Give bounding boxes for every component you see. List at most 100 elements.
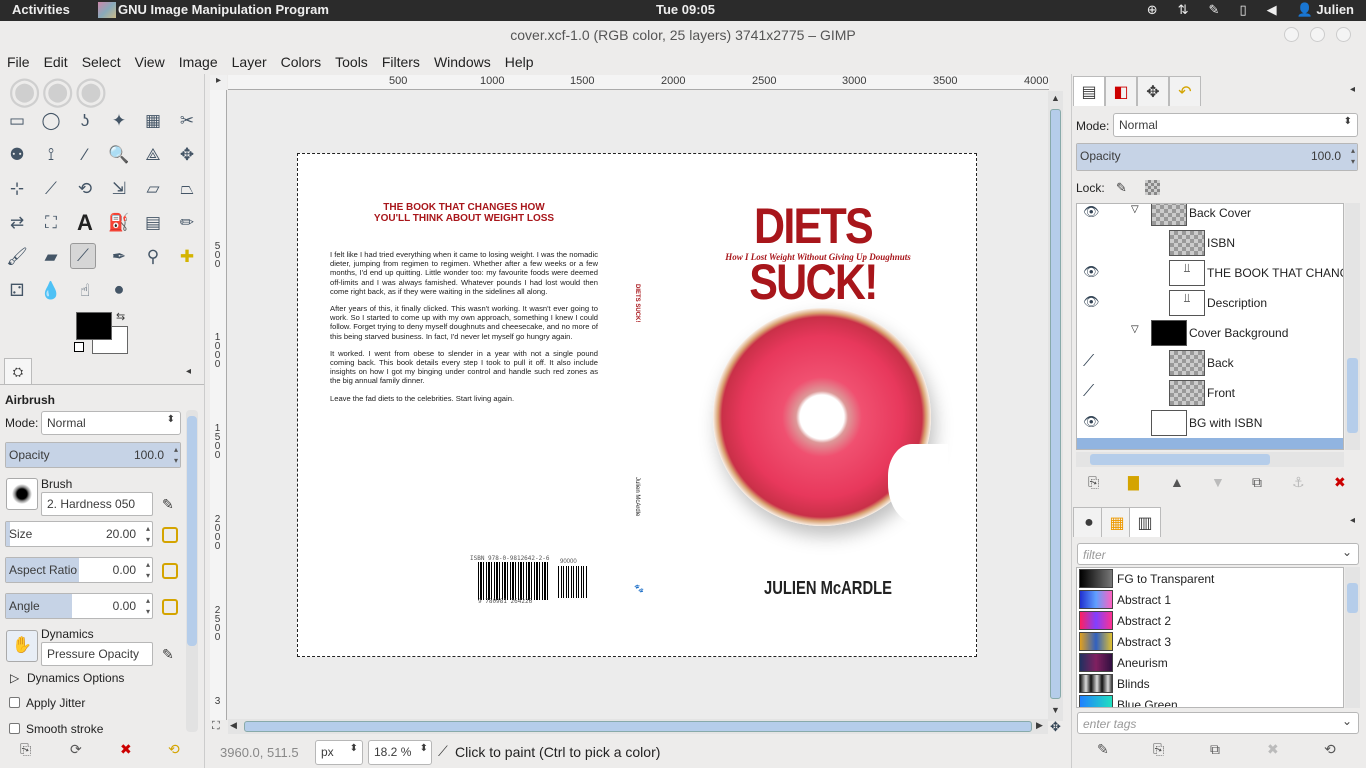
layer-row[interactable]: 👁 ⫫ THE BOOK THAT CHANGES: [1077, 258, 1343, 288]
spin-arrows-icon[interactable]: ▴ ▾: [1351, 145, 1355, 167]
delete-gradient-icon[interactable]: ✖: [1267, 741, 1279, 758]
duplicate-gradient-icon[interactable]: ⧉: [1210, 741, 1220, 758]
spin-arrows-icon[interactable]: ▴ ▾: [174, 444, 178, 466]
scroll-thumb[interactable]: [1347, 583, 1358, 613]
airbrush-icon[interactable]: ⟋: [70, 243, 96, 269]
volume-icon[interactable]: ◀: [1267, 2, 1277, 18]
anchor-layer-icon[interactable]: ⚓: [1292, 474, 1305, 491]
paths-icon[interactable]: ⟟: [38, 142, 64, 168]
menu-colors[interactable]: Colors: [274, 51, 328, 73]
menu-help[interactable]: Help: [498, 51, 541, 73]
canvas-horizontal-scrollbar[interactable]: ◀ ▶: [228, 719, 1048, 734]
menu-windows[interactable]: Windows: [427, 51, 498, 73]
visibility-eye-icon[interactable]: 👁: [1083, 205, 1101, 218]
gradient-item[interactable]: Blue Green: [1077, 694, 1343, 707]
tool-options-tab[interactable]: ⛭: [4, 358, 32, 384]
pencil-icon[interactable]: ✏: [174, 210, 200, 236]
collapse-arrow-icon[interactable]: ▽: [1131, 204, 1139, 215]
tool-options-scrollbar[interactable]: [186, 410, 198, 732]
align-icon[interactable]: ⊹: [4, 176, 30, 202]
unit-dropdown[interactable]: px ⬍: [315, 740, 363, 765]
restore-options-icon[interactable]: ⟳: [70, 741, 82, 758]
free-select-icon[interactable]: ʖ: [72, 108, 98, 134]
dynamics-options-expander[interactable]: Dynamics Options: [27, 671, 124, 685]
clock[interactable]: Tue 09:05: [656, 2, 715, 17]
maximize-button[interactable]: [1310, 27, 1325, 42]
hidden-eye-icon[interactable]: ⟋: [1083, 354, 1101, 370]
perspective-icon[interactable]: ⏢: [174, 176, 200, 202]
canvas-vertical-scrollbar[interactable]: ▲ ▼: [1048, 91, 1063, 721]
new-gradient-icon[interactable]: ⎘: [1153, 741, 1164, 758]
battery-icon[interactable]: ▯: [1239, 2, 1246, 18]
quick-mask-corner[interactable]: ▸: [210, 75, 227, 90]
scroll-thumb[interactable]: [187, 416, 197, 646]
duplicate-layer-icon[interactable]: ⧉: [1252, 474, 1262, 491]
opacity-slider[interactable]: Opacity 100.0 ▴ ▾: [5, 442, 181, 468]
gradient-item[interactable]: Abstract 2: [1077, 610, 1343, 631]
activities-button[interactable]: Activities: [12, 2, 70, 17]
panel-menu-icon[interactable]: ◂: [186, 366, 191, 377]
new-layer-icon[interactable]: ⎘: [1088, 474, 1099, 491]
paintbrush-icon[interactable]: 🖌: [4, 244, 30, 270]
menu-tools[interactable]: Tools: [328, 51, 375, 73]
scroll-thumb[interactable]: [1090, 454, 1270, 465]
gradient-item[interactable]: Blinds: [1077, 673, 1343, 694]
gradient-list-scrollbar[interactable]: [1345, 567, 1360, 708]
channels-tab[interactable]: ◧: [1105, 76, 1137, 106]
reset-angle-icon[interactable]: [162, 599, 178, 615]
layer-row[interactable]: 👁 BG with ISBN: [1077, 408, 1343, 438]
visibility-eye-icon[interactable]: 👁: [1083, 265, 1101, 278]
brush-name-field[interactable]: 2. Hardness 050: [41, 492, 153, 516]
ellipse-select-icon[interactable]: ◯: [38, 108, 64, 134]
rect-select-icon[interactable]: ▭: [4, 108, 30, 134]
heal-icon[interactable]: ✚: [174, 244, 200, 270]
menu-view[interactable]: View: [128, 51, 172, 73]
refresh-gradients-icon[interactable]: ⟲: [1324, 741, 1336, 758]
scissors-icon[interactable]: ✂: [174, 108, 200, 134]
undo-history-tab[interactable]: ↶: [1169, 76, 1201, 106]
ink-icon[interactable]: ✒: [106, 244, 132, 270]
hidden-eye-icon[interactable]: ⟋: [1083, 384, 1101, 400]
layer-row[interactable]: ⟋ Front: [1077, 378, 1343, 408]
layers-horizontal-scrollbar[interactable]: [1076, 452, 1344, 467]
dynamics-icon[interactable]: ✋: [6, 630, 38, 662]
visibility-eye-icon[interactable]: 👁: [1083, 415, 1101, 428]
scroll-thumb[interactable]: [244, 721, 1032, 732]
select-by-color-icon[interactable]: ▦: [140, 108, 166, 134]
dynamics-field[interactable]: Pressure Opacity: [41, 642, 153, 666]
accessibility-icon[interactable]: ⊕: [1147, 2, 1158, 18]
gradients-tab[interactable]: ▥: [1129, 507, 1161, 537]
collapse-arrow-icon[interactable]: ▽: [1131, 324, 1139, 335]
scroll-thumb[interactable]: [1347, 358, 1358, 433]
smudge-icon[interactable]: ☝: [72, 278, 98, 304]
new-layer-group-icon[interactable]: ▇: [1128, 474, 1139, 491]
crop-icon[interactable]: ⟋: [38, 176, 64, 202]
reset-size-icon[interactable]: [162, 527, 178, 543]
swap-colors-icon[interactable]: ⇆: [116, 310, 125, 323]
zoom-icon[interactable]: 🔍: [106, 142, 132, 168]
bucket-fill-icon[interactable]: ⛽: [106, 210, 132, 236]
shear-icon[interactable]: ▱: [140, 176, 166, 202]
eraser-icon[interactable]: ▰: [38, 244, 64, 270]
gradient-item[interactable]: Aneurism: [1077, 652, 1343, 673]
bluetooth-icon[interactable]: ✎: [1209, 2, 1220, 18]
angle-slider[interactable]: Angle 0.00 ▴ ▾: [5, 593, 153, 619]
layer-opacity-slider[interactable]: Opacity 100.0 ▴ ▾: [1076, 143, 1358, 171]
aspect-ratio-slider[interactable]: Aspect Ratio 0.00 ▴ ▾: [5, 557, 153, 583]
selected-layer-row[interactable]: [1077, 438, 1343, 449]
layer-mode-dropdown[interactable]: Normal ⬍: [1113, 113, 1358, 137]
fuzzy-select-icon[interactable]: ✦: [106, 108, 132, 134]
minimize-button[interactable]: [1284, 27, 1299, 42]
zoom-dropdown[interactable]: 18.2 % ⬍: [368, 740, 432, 765]
wilber-drop-area[interactable]: ◉◉◉: [8, 72, 138, 110]
spin-arrows-icon[interactable]: ▴ ▾: [146, 595, 150, 617]
dodge-burn-icon[interactable]: ⚫: [106, 278, 132, 304]
reset-aspect-icon[interactable]: [162, 563, 178, 579]
panel-menu-icon[interactable]: ◂: [1350, 515, 1355, 526]
edit-gradient-icon[interactable]: ✎: [1097, 741, 1109, 758]
scroll-up-icon[interactable]: ▲: [1051, 93, 1060, 103]
color-picker-icon[interactable]: ⁄: [72, 142, 98, 168]
smooth-stroke-checkbox[interactable]: [9, 723, 20, 734]
layers-vertical-scrollbar[interactable]: [1345, 203, 1360, 450]
close-button[interactable]: [1336, 27, 1351, 42]
